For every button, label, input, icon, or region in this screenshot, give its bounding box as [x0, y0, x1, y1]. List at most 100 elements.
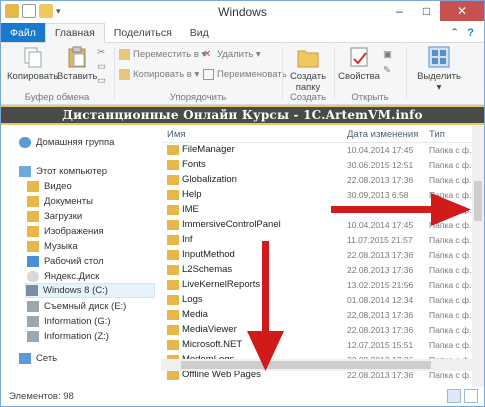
nav-item-information-z[interactable]: Information (Z:): [27, 329, 109, 344]
horizontal-scrollbar[interactable]: [161, 359, 472, 371]
nav-this-pc[interactable]: Этот компьютер: [19, 164, 107, 179]
rename-button[interactable]: Переименовать: [203, 69, 287, 80]
course-banner: Дистанционные Онлайн Курсы - 1C.ArtemVM.…: [1, 105, 484, 125]
file-row[interactable]: Microsoft.NET 12.07.2015 15:51 Папка с ф.: [161, 338, 472, 353]
file-row[interactable]: L2Schemas 22.08.2013 17:36 Папка с ф.: [161, 263, 472, 278]
removable-drive-icon: [27, 301, 39, 312]
select-button[interactable]: Выделить ▾: [415, 45, 463, 93]
nav-item-videos[interactable]: Видео: [27, 179, 72, 194]
folder-icon: [167, 295, 179, 305]
file-row[interactable]: MediaViewer 22.08.2013 17:36 Папка с ф.: [161, 323, 472, 338]
file-date: 30.09.2013 6:58: [347, 190, 409, 200]
item-count: Элементов: 98: [9, 391, 74, 402]
copy-to-icon: [119, 69, 130, 80]
nav-homegroup[interactable]: Домашняя группа: [19, 135, 114, 150]
tab-file[interactable]: Файл: [1, 23, 45, 42]
large-icons-view-button[interactable]: [464, 389, 478, 403]
nav-item-information-g[interactable]: Information (G:): [27, 314, 111, 329]
tab-home[interactable]: Главная: [44, 23, 105, 43]
nav-item-windows-c[interactable]: Windows 8 (C:): [25, 283, 155, 298]
vertical-scrollbar[interactable]: [472, 125, 484, 387]
file-row[interactable]: LiveKernelReports 13.02.2015 21:56 Папка с…: [161, 278, 472, 293]
help-icon[interactable]: ?: [467, 27, 474, 39]
maximize-button[interactable]: □: [413, 1, 440, 21]
file-row[interactable]: Inf 11.07.2015 21:57 Папка с ф.: [161, 233, 472, 248]
file-type: Папка с ф.: [429, 250, 472, 260]
new-folder-button[interactable]: Создать папку: [285, 45, 331, 93]
file-name: Help: [182, 189, 202, 200]
file-type: Папка с ф.: [429, 190, 472, 200]
new-folder-label-1: Создать: [289, 71, 327, 82]
file-type: Папка с ф.: [429, 220, 472, 230]
file-row[interactable]: Logs 01.08.2014 12:34 Папка с ф.: [161, 293, 472, 308]
file-row[interactable]: FileManager 10.04.2014 17:45 Папка с ф.: [161, 143, 472, 158]
minimize-button[interactable]: –: [386, 1, 413, 21]
tab-share[interactable]: Поделиться: [105, 23, 181, 42]
column-headers: Имя Дата изменения Тип: [161, 125, 472, 143]
cut-icon[interactable]: ✂: [97, 47, 105, 58]
column-name[interactable]: Имя: [167, 129, 186, 140]
copy-path-icon[interactable]: ▭: [97, 61, 106, 72]
folder-icon: [167, 265, 179, 275]
nav-item-removable-e[interactable]: Съемный диск (E:): [27, 299, 126, 314]
move-to-button[interactable]: Переместить в ▾: [119, 49, 206, 60]
column-type[interactable]: Тип: [429, 129, 445, 140]
column-date[interactable]: Дата изменения: [347, 129, 418, 140]
file-row[interactable]: Help 30.09.2013 6:58 Папка с ф.: [161, 188, 472, 203]
delete-icon: ✕: [203, 49, 212, 60]
folder-icon: [167, 145, 179, 155]
nav-item-yandex-disk[interactable]: Яндекс.Диск: [27, 269, 99, 284]
paste-button[interactable]: Вставить: [57, 45, 97, 82]
file-type: Папка с ф.: [429, 370, 472, 380]
downloads-folder-icon: [27, 211, 39, 222]
file-date: 22.08.2013 17:36: [347, 310, 414, 320]
select-dropdown-icon: ▾: [436, 82, 442, 93]
folder-icon: [167, 235, 179, 245]
file-row[interactable]: InputMethod 22.08.2013 17:36 Папка с ф.: [161, 248, 472, 263]
drive-icon: [27, 316, 39, 327]
nav-item-documents[interactable]: Документы: [27, 194, 93, 209]
file-row[interactable]: Globalization 22.08.2013 17:36 Папка с ф.: [161, 173, 472, 188]
file-name: Logs: [182, 294, 203, 305]
file-type: Папка с ф.: [429, 310, 472, 320]
properties-button[interactable]: Свойства: [338, 45, 380, 82]
paste-shortcut-icon[interactable]: ▭: [97, 75, 106, 86]
select-label: Выделить: [417, 71, 461, 82]
copy-to-button[interactable]: Копировать в ▾: [119, 69, 199, 80]
open-icon[interactable]: ▣: [383, 49, 392, 60]
folder-icon: [167, 310, 179, 320]
nav-item-pictures[interactable]: Изображения: [27, 224, 104, 239]
file-date: 22.08.2013 17:36: [347, 265, 414, 275]
nav-item-desktop[interactable]: Рабочий стол: [27, 254, 104, 269]
nav-network[interactable]: Сеть: [19, 351, 57, 366]
file-date: 22.08.2013 17:36: [347, 325, 414, 335]
close-button[interactable]: ✕: [440, 1, 484, 21]
file-date: 10.04.2014 17:45: [347, 145, 414, 155]
details-view-button[interactable]: [447, 389, 461, 403]
file-name: IME: [182, 204, 199, 215]
delete-button[interactable]: ✕ Удалить ▾: [203, 49, 261, 60]
file-date: 11.07.2015 21:57: [347, 235, 413, 245]
file-name: Inf: [182, 234, 193, 245]
folder-icon: [167, 370, 179, 380]
file-name: Globalization: [182, 174, 237, 185]
nav-item-music[interactable]: Музыка: [27, 239, 78, 254]
file-list: Имя Дата изменения Тип FileManager 10.04.…: [161, 125, 472, 387]
file-row[interactable]: ImmersiveControlPanel 10.04.2014 17:45 Пап…: [161, 218, 472, 233]
this-pc-label: Этот компьютер: [36, 166, 108, 177]
folder-icon: [167, 205, 179, 215]
file-row[interactable]: Fonts 30.06.2015 12:51 Папка с ф.: [161, 158, 472, 173]
file-name: FileManager: [182, 144, 235, 155]
copy-button[interactable]: Копировать: [7, 45, 58, 82]
file-type: Папка с ф.: [429, 340, 472, 350]
edit-icon[interactable]: ✎: [383, 65, 391, 76]
file-row[interactable]: IME 10.09.2013 6:58 Папка с ф.: [161, 203, 472, 218]
nav-item-downloads[interactable]: Загрузки: [27, 209, 82, 224]
file-name: L2Schemas: [182, 264, 233, 275]
horizontal-scroll-thumb[interactable]: [181, 361, 431, 369]
collapse-ribbon-icon[interactable]: ⌃: [450, 26, 459, 39]
tab-view[interactable]: Вид: [181, 23, 218, 42]
rename-label: Переименовать: [217, 69, 287, 80]
file-row[interactable]: Media 22.08.2013 17:36 Папка с ф.: [161, 308, 472, 323]
vertical-scroll-thumb[interactable]: [474, 181, 482, 221]
